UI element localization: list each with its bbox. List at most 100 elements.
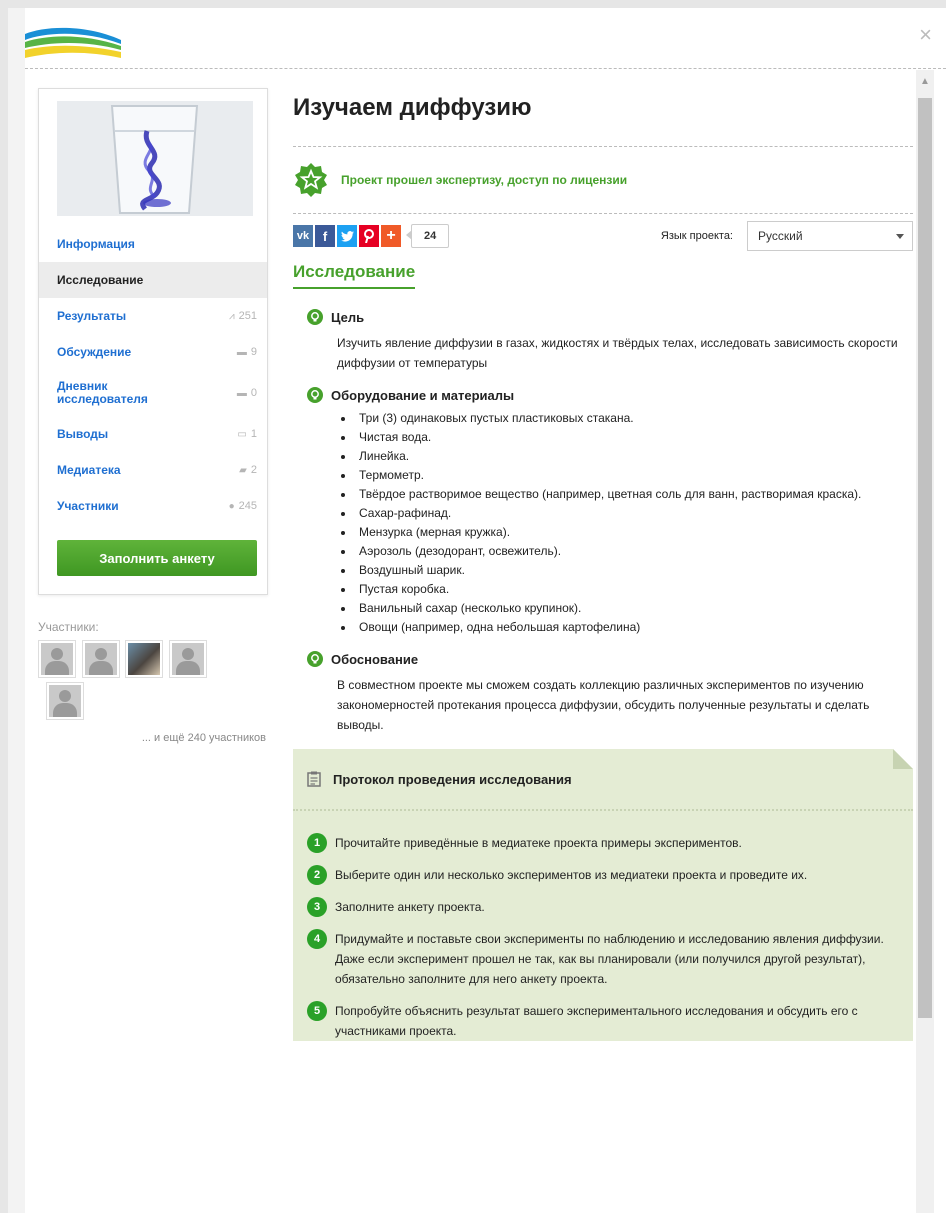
sidebar-item-conclusions[interactable]: Выводы ▭ 1 <box>39 416 267 452</box>
language-label: Язык проекта: <box>660 230 733 242</box>
equipment-title: Оборудование и материалы <box>331 387 515 403</box>
sidebar-item-label: Результаты <box>57 309 127 323</box>
sidebar-count: ⩘ 251 <box>229 310 257 322</box>
chevron-down-icon <box>896 234 904 239</box>
step-number: 4 <box>307 929 327 949</box>
pinterest-share-icon[interactable] <box>359 225 379 247</box>
scrollbar[interactable]: ▲ <box>916 70 934 1213</box>
more-participants-link[interactable]: ... и ещё 240 участников <box>108 732 266 744</box>
protocol-step: 5 Попробуйте объяснить результат вашего … <box>307 1001 913 1041</box>
sidebar-item-discussion[interactable]: Обсуждение ▬ 9 <box>39 334 267 370</box>
sidebar-item-participants[interactable]: Участники ● 245 <box>39 488 267 524</box>
project-modal: × ▲ Информация Исследование Результаты ⩘… <box>8 8 946 1213</box>
language-select[interactable]: Русский <box>747 221 913 251</box>
sidebar-item-label: Обсуждение <box>57 345 132 359</box>
goal-text: Изучить явление диффузии в газах, жидкос… <box>337 336 898 370</box>
step-text: Выберите один или несколько эксперименто… <box>335 868 808 882</box>
expertise-notice: Проект прошел экспертизу, доступ по лице… <box>293 147 913 214</box>
sidebar-item-info[interactable]: Информация <box>39 226 267 262</box>
folder-icon: ▰ <box>239 464 247 476</box>
list-item: Линейка. <box>355 447 913 466</box>
people-icon: ● <box>228 500 235 512</box>
page-title: Изучаем диффузию <box>293 94 913 147</box>
list-item: Три (3) одинаковых пустых пластиковых ст… <box>355 409 913 428</box>
protocol-step: 3 Заполните анкету проекта. <box>307 897 913 917</box>
list-item: Аэрозоль (дезодорант, освежитель). <box>355 542 913 561</box>
twitter-share-icon[interactable] <box>337 225 357 247</box>
expertise-badge-icon <box>295 163 327 197</box>
fill-questionnaire-button[interactable]: Заполнить анкету <box>57 540 257 576</box>
project-sidebar: Информация Исследование Результаты ⩘ 251 … <box>38 88 268 595</box>
step-number: 3 <box>307 897 327 917</box>
goal-block: Цель Изучить явление диффузии в газах, ж… <box>293 309 913 373</box>
sidebar-item-label: Участники <box>57 499 119 513</box>
rationale-text: В совместном проекте мы сможем создать к… <box>337 678 870 732</box>
avatar[interactable] <box>81 640 120 678</box>
close-icon[interactable]: × <box>919 24 932 46</box>
scroll-up-icon[interactable]: ▲ <box>916 70 934 92</box>
protocol-step: 4 Придумайте и поставьте свои эксперимен… <box>307 929 913 989</box>
glass-ink-image <box>57 101 253 216</box>
modal-header: × <box>25 8 946 69</box>
step-number: 1 <box>307 833 327 853</box>
sidebar-count: ▬ 9 <box>236 346 257 358</box>
protocol-step: 2 Выберите один или несколько эксперимен… <box>307 865 913 885</box>
vk-share-icon[interactable]: vk <box>293 225 313 247</box>
section-title: Исследование <box>293 262 416 289</box>
step-text: Заполните анкету проекта. <box>335 900 485 914</box>
list-item: Твёрдое растворимое вещество (например, … <box>355 485 913 504</box>
rationale-title: Обоснование <box>331 651 419 667</box>
participant-avatars <box>38 640 238 724</box>
protocol-steps: 1 Прочитайте приведённые в медиатеке про… <box>293 811 913 1041</box>
bulb-icon <box>307 387 323 403</box>
list-item: Воздушный шарик. <box>355 561 913 580</box>
conclusions-icon: ▭ <box>237 428 247 440</box>
sidebar-count: ▰ 2 <box>239 464 257 476</box>
step-number: 2 <box>307 865 327 885</box>
list-item: Пустая коробка. <box>355 580 913 599</box>
avatar[interactable] <box>168 640 207 678</box>
equipment-list: Три (3) одинаковых пустых пластиковых ст… <box>337 409 913 637</box>
protocol-step: 1 Прочитайте приведённые в медиатеке про… <box>307 833 913 853</box>
sidebar-item-label: Медиатека <box>57 463 121 477</box>
sidebar-count: ▬ 0 <box>236 386 257 399</box>
sidebar-item-label: Информация <box>57 237 135 251</box>
sidebar-item-label: Исследование <box>57 273 144 287</box>
participants-label: Участники: <box>38 620 99 634</box>
results-icon: ⩘ <box>229 310 235 322</box>
avatar[interactable] <box>125 640 164 678</box>
step-number: 5 <box>307 1001 327 1021</box>
modal-left-strip <box>8 8 25 1213</box>
avatar[interactable] <box>46 682 84 720</box>
sidebar-count: ▭ 1 <box>237 428 257 440</box>
sidebar-item-results[interactable]: Результаты ⩘ 251 <box>39 298 267 334</box>
equipment-block: Оборудование и материалы Три (3) одинако… <box>293 387 913 637</box>
list-item: Мензурка (мерная кружка). <box>355 523 913 542</box>
project-image <box>57 101 253 216</box>
goal-title: Цель <box>331 309 365 325</box>
sidebar-item-label: Дневник исследователя <box>57 379 148 406</box>
site-logo-icon[interactable] <box>25 20 125 60</box>
sidebar-item-media[interactable]: Медиатека ▰ 2 <box>39 452 267 488</box>
protocol-panel: Протокол проведения исследования 1 Прочи… <box>293 749 913 1041</box>
rationale-block: Обоснование В совместном проекте мы смож… <box>293 651 913 735</box>
list-item: Овощи (например, одна небольшая картофел… <box>355 618 913 637</box>
clipboard-icon <box>307 771 321 787</box>
avatar[interactable] <box>38 640 76 678</box>
step-text: Попробуйте объяснить результат вашего эк… <box>335 1004 858 1038</box>
bulb-icon <box>307 651 323 667</box>
more-share-icon[interactable]: + <box>381 225 401 247</box>
sidebar-count: ● 245 <box>228 500 257 512</box>
sidebar-item-research[interactable]: Исследование <box>39 262 267 298</box>
step-text: Прочитайте приведённые в медиатеке проек… <box>335 836 742 850</box>
main-content: Изучаем диффузию Проект прошел экспертиз… <box>293 70 913 1041</box>
list-item: Термометр. <box>355 466 913 485</box>
list-item: Чистая вода. <box>355 428 913 447</box>
step-text: Придумайте и поставьте свои эксперименты… <box>335 932 884 986</box>
sidebar-item-diary[interactable]: Дневник исследователя ▬ 0 <box>39 370 267 416</box>
comment-icon: ▬ <box>236 346 247 358</box>
facebook-share-icon[interactable]: f <box>315 225 335 247</box>
sidebar-item-label: Выводы <box>57 427 109 441</box>
scroll-thumb[interactable] <box>918 98 932 1018</box>
share-bar: vk f + 24 Язык проекта: Русский <box>293 214 913 258</box>
